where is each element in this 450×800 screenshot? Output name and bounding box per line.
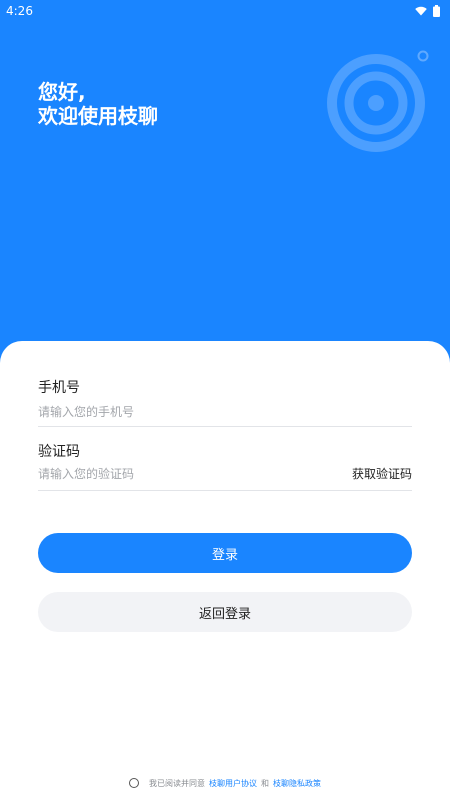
- battery-icon: [433, 5, 440, 17]
- code-label: 验证码: [38, 444, 80, 460]
- agreement-and: 和: [261, 778, 269, 788]
- phone-label: 手机号: [38, 380, 80, 396]
- login-button[interactable]: 登录: [38, 533, 412, 573]
- agreement-radio[interactable]: [129, 778, 139, 788]
- user-agreement-link[interactable]: 枝聊用户协议: [209, 778, 257, 789]
- phone-field: 手机号: [38, 377, 412, 427]
- wifi-icon: [415, 6, 427, 16]
- welcome-text: 欢迎使用枝聊: [38, 104, 158, 128]
- back-login-button[interactable]: 返回登录: [38, 592, 412, 632]
- agreement-prefix: 我已阅读并同意: [149, 778, 205, 788]
- greeting-text: 您好,: [38, 80, 86, 104]
- agreement-row: 我已阅读并同意 枝聊用户协议 和 枝聊隐私政策: [0, 776, 450, 790]
- get-code-button[interactable]: 获取验证码: [352, 465, 412, 482]
- code-field: 验证码 获取验证码: [38, 441, 412, 491]
- target-chat-icon: [327, 50, 429, 152]
- status-bar: 4:26: [0, 0, 450, 22]
- hero-title: 您好, 欢迎使用枝聊: [38, 80, 158, 128]
- code-input[interactable]: [38, 465, 318, 483]
- privacy-policy-link[interactable]: 枝聊隐私政策: [273, 778, 321, 789]
- status-time: 4:26: [6, 4, 33, 18]
- status-icons: [415, 5, 440, 17]
- phone-input[interactable]: [38, 403, 318, 421]
